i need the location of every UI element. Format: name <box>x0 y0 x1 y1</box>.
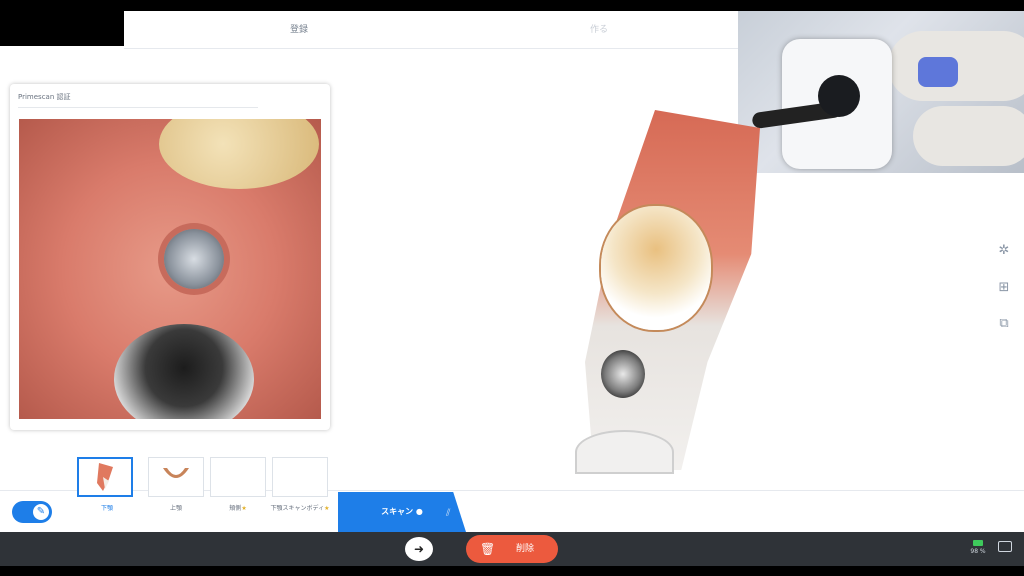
arrow-left-icon: ➜ <box>413 542 425 556</box>
drag-handle-icon[interactable]: ⫽ <box>446 508 450 519</box>
photo-implant <box>164 229 224 289</box>
back-button[interactable]: ➜ <box>405 537 433 561</box>
upper-jaw-thumb-icon <box>163 468 189 478</box>
camera-preview <box>738 11 1024 173</box>
thumb-buccal[interactable] <box>210 457 266 497</box>
screen: 登録 光学印象 作る Primescan 認証 ✲ ⊞ ⧉ ✎ 下顎 上顎 頬側… <box>0 0 1024 576</box>
grid-icon[interactable]: ⊞ <box>996 280 1012 296</box>
bottom-black-border <box>0 566 1024 576</box>
lower-jaw-thumb-icon <box>97 463 113 491</box>
thumb-lower-jaw[interactable] <box>77 457 133 497</box>
panel-divider <box>18 107 258 108</box>
photo-tooth <box>159 119 319 189</box>
photo-tooth <box>114 324 254 419</box>
thumb-label-text: 頬側 <box>229 505 242 512</box>
thumb-label: 上顎 <box>169 505 182 512</box>
battery-icon <box>973 540 983 546</box>
scan-implant-site <box>601 350 645 398</box>
delete-button[interactable]: 🗑 削除 <box>466 535 558 563</box>
scan-mode-toggle[interactable]: ✎ <box>12 501 52 523</box>
scan-tab-label: スキャン <box>381 507 414 516</box>
trash-icon: 🗑 <box>480 542 496 556</box>
thumb-label: 下顎スキャンボディ★ <box>265 505 335 513</box>
panel-title: Primescan 認証 <box>18 93 71 101</box>
top-black-border <box>0 0 1024 11</box>
primescan-panel: Primescan 認証 <box>10 84 330 430</box>
scanner-lens <box>818 75 860 117</box>
battery-status: 98 % <box>968 540 988 555</box>
thumb-label: 頬側★ <box>203 505 273 513</box>
brush-icon: ✎ <box>33 504 49 520</box>
delete-label: 削除 <box>515 544 534 554</box>
top-left-black-area <box>0 0 124 46</box>
scan-tooth <box>601 206 711 330</box>
battery-label: 98 % <box>970 548 986 555</box>
tab-optical-impression[interactable]: 光学印象 <box>374 11 519 49</box>
dot-icon: ● <box>415 507 423 516</box>
glove-shape <box>913 106 1024 166</box>
glove-highlight <box>918 57 958 87</box>
thumb-upper-jaw[interactable] <box>148 457 204 497</box>
required-star-icon: ★ <box>324 505 330 512</box>
oral-photo <box>19 119 321 419</box>
thumb-lower-jaw-scanbody[interactable] <box>272 457 328 497</box>
scan-tooth <box>577 432 672 472</box>
thumb-label: 下顎 <box>100 505 113 512</box>
tab-register[interactable]: 登録 <box>244 11 354 49</box>
required-star-icon: ★ <box>241 505 247 512</box>
display-icon[interactable] <box>998 541 1012 552</box>
tab-make[interactable]: 作る <box>544 11 654 49</box>
export-icon[interactable]: ⧉ <box>996 316 1012 332</box>
star-icon[interactable]: ✲ <box>996 243 1012 259</box>
3d-scan-view[interactable] <box>535 110 780 475</box>
thumb-label-text: 下顎スキャンボディ <box>270 505 325 512</box>
